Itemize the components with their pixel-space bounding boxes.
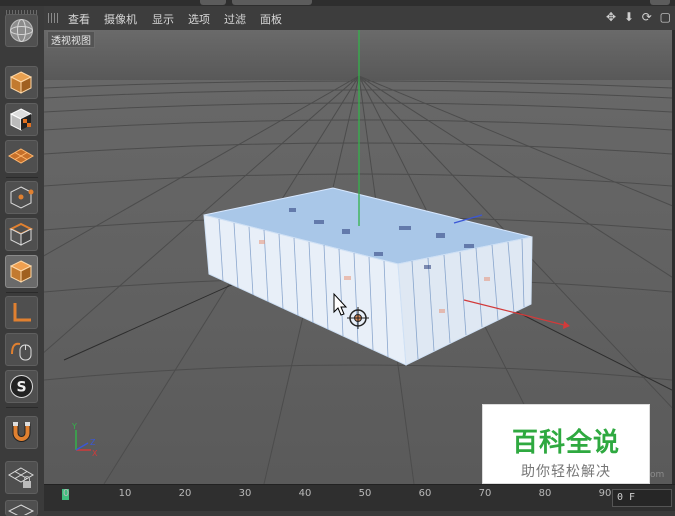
grid-plane-icon <box>8 148 34 164</box>
timeline-tick-label: 60 <box>418 488 432 499</box>
checker-cube-icon <box>9 108 33 131</box>
top-strip-tab <box>650 0 670 5</box>
timeline-bar[interactable]: 0 10 20 30 40 50 60 70 80 90 0 F <box>44 484 675 511</box>
axis-mode-icon <box>13 303 31 322</box>
magnet-icon <box>12 422 31 442</box>
current-frame-field[interactable]: 0 F <box>612 489 672 507</box>
toolbar-separator <box>6 407 38 408</box>
more-tools-button[interactable] <box>5 500 38 516</box>
tweak-mode-button[interactable] <box>5 333 38 366</box>
toolbar-separator <box>6 292 38 293</box>
point-mode-button[interactable] <box>5 181 38 214</box>
menu-options[interactable]: 选项 <box>188 11 210 27</box>
lock-grid-icon <box>8 467 34 488</box>
top-strip-tab <box>200 0 226 5</box>
toolbar-separator <box>6 177 38 178</box>
menu-camera[interactable]: 摄像机 <box>104 11 137 27</box>
menubar-grip[interactable] <box>48 13 60 23</box>
sphere-logo-icon <box>10 19 33 42</box>
texture-cube-button[interactable] <box>5 103 38 136</box>
menu-panel[interactable]: 面板 <box>260 11 282 27</box>
timeline-scale[interactable]: 0 10 20 30 40 50 60 70 80 90 <box>52 485 612 507</box>
watermark-badge: 百科全说 助你轻松解决 <box>482 404 650 484</box>
timeline-tick-label: 50 <box>358 488 372 499</box>
grid-icon <box>8 504 35 515</box>
menu-display[interactable]: 显示 <box>152 11 174 27</box>
viewport-menubar: 查看 摄像机 显示 选项 过滤 面板 ✥ ⬇ ⟳ ▢ <box>44 6 675 31</box>
timeline-tick-label: 70 <box>478 488 492 499</box>
viewport-navigation-icons[interactable]: ✥ ⬇ ⟳ ▢ <box>606 10 673 24</box>
timeline-tick-label: 40 <box>298 488 312 499</box>
menu-view[interactable]: 查看 <box>68 11 90 27</box>
snap-button[interactable]: S <box>5 370 38 403</box>
axis-mode-button[interactable] <box>5 296 38 329</box>
mouse-icon <box>11 342 32 361</box>
watermark-title: 百科全说 <box>511 428 620 458</box>
lock-workplane-button[interactable] <box>5 461 38 494</box>
top-strip-tab <box>232 0 312 5</box>
timeline-tick-label: 0 <box>62 488 70 499</box>
timeline-tick-label: 30 <box>238 488 252 499</box>
cube-icon <box>9 71 33 94</box>
snap-s-icon: S <box>10 375 33 398</box>
mini-axis-z-label: Z <box>90 438 96 447</box>
viewport-label[interactable]: 透视视图 <box>47 31 95 48</box>
cube-tool-button[interactable] <box>5 66 38 99</box>
polygon-mode-icon <box>9 260 33 283</box>
mini-axis-y-label: Y <box>72 422 77 431</box>
left-toolbar: S <box>0 6 45 516</box>
watermark-subtitle: 助你轻松解决 <box>521 464 611 480</box>
menu-filter[interactable]: 过滤 <box>224 11 246 27</box>
timeline-tick-label: 80 <box>538 488 552 499</box>
polygon-mode-button[interactable] <box>5 255 38 288</box>
mini-axis-x-label: X <box>92 449 98 458</box>
svg-text:S: S <box>16 380 26 396</box>
timeline-tick-label: 10 <box>118 488 132 499</box>
edge-mode-button[interactable] <box>5 218 38 251</box>
edge-mode-icon <box>8 222 34 246</box>
point-mode-icon <box>10 186 34 209</box>
timeline-tick-label: 90 <box>598 488 612 499</box>
partial-url-text: om <box>650 470 665 480</box>
timeline-tick-label: 20 <box>178 488 192 499</box>
logo-button[interactable] <box>5 14 38 47</box>
magnet-button[interactable] <box>5 416 38 449</box>
grid-plane-button[interactable] <box>5 140 38 173</box>
